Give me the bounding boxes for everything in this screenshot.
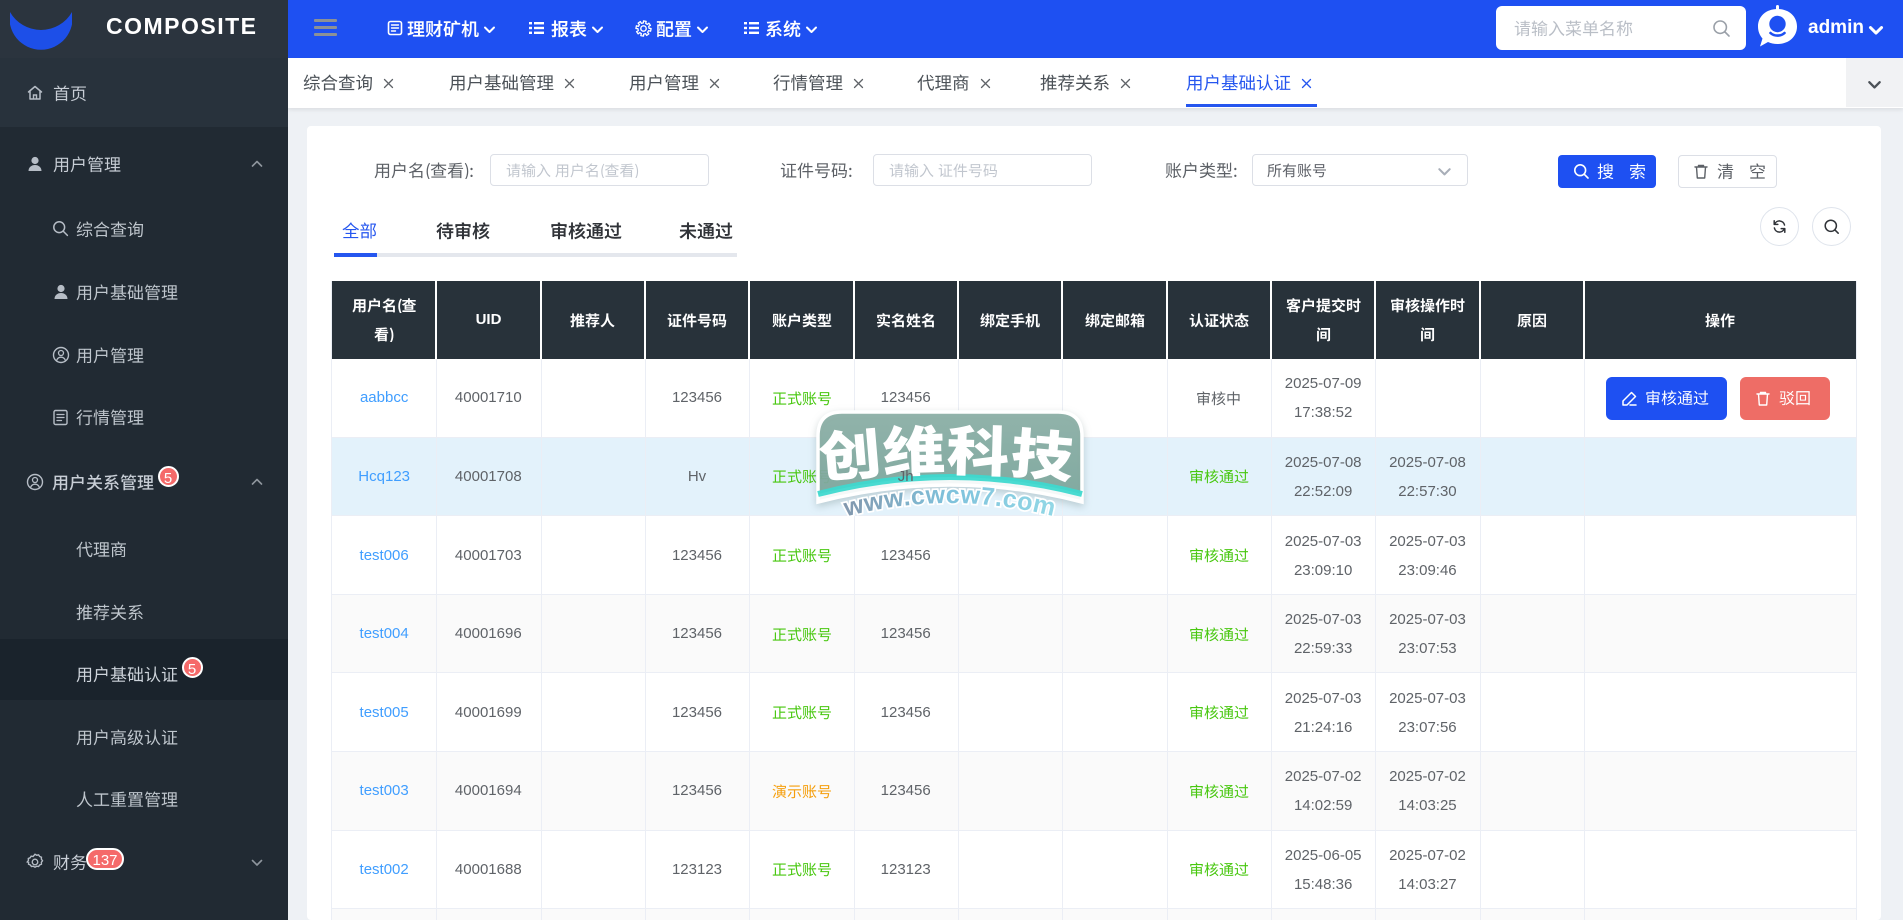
svg-text:www.cwcw7.com: www.cwcw7.com [840,481,1059,523]
